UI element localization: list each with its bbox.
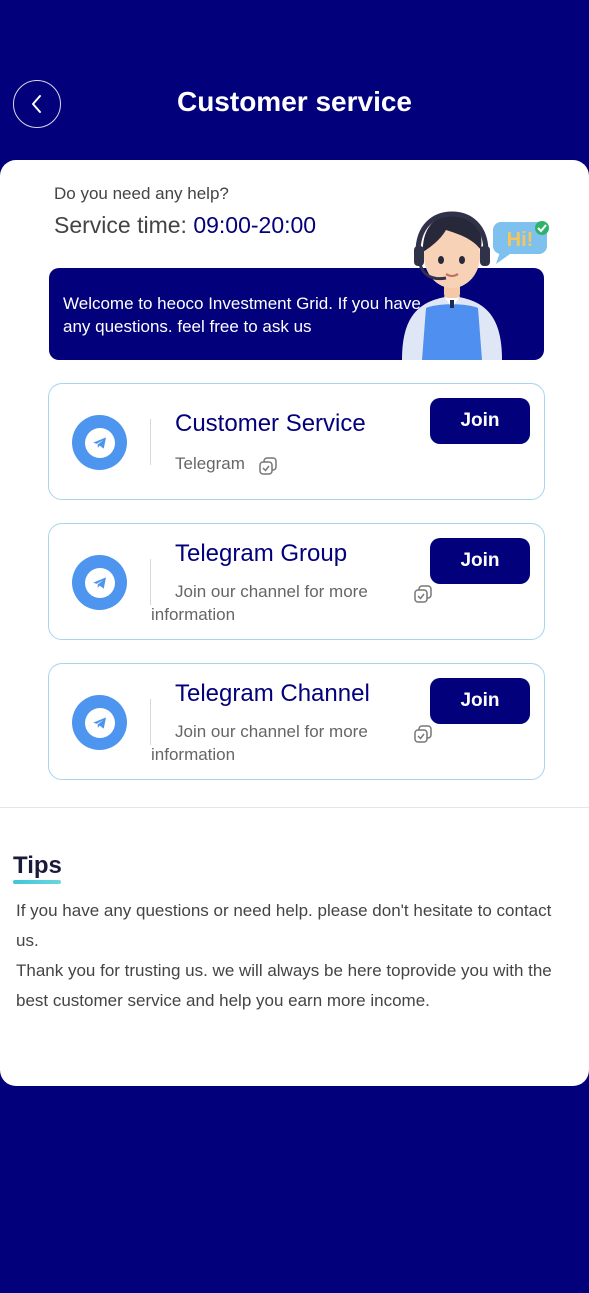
telegram-group-card: Telegram Group Join our channel for more… [48, 523, 545, 640]
join-button-telegram-group[interactable]: Join [430, 538, 530, 584]
help-question: Do you need any help? [54, 184, 229, 203]
card-subtitle: Join our channel for more information [151, 722, 368, 764]
section-divider [0, 807, 589, 808]
telegram-channel-card: Telegram Channel Join our channel for mo… [48, 663, 545, 780]
tips-body: If you have any questions or need help. … [16, 896, 561, 1016]
copy-icon[interactable] [413, 584, 433, 604]
tips-title: Tips [13, 852, 62, 879]
service-time-label: Service time: [54, 212, 194, 238]
header: Customer service [0, 0, 589, 160]
card-title: Telegram Group [175, 540, 348, 567]
telegram-icon [72, 555, 127, 610]
copy-icon[interactable] [258, 456, 278, 476]
card-subtitle: Telegram [175, 454, 245, 473]
join-button-customer-service[interactable]: Join [430, 398, 530, 444]
page-title: Customer service [176, 86, 412, 117]
card-divider [150, 419, 151, 465]
copy-icon[interactable] [413, 724, 433, 744]
telegram-icon [72, 415, 127, 470]
hi-bubble-text: Hi! [507, 229, 534, 251]
tips-line-1: If you have any questions or need help. … [16, 901, 552, 950]
welcome-text: Welcome to heoco Investment Grid. If you… [63, 294, 421, 336]
card-subtitle: Join our channel for more information [151, 582, 368, 624]
tips-line-2: Thank you for trusting us. we will alway… [16, 961, 552, 1010]
service-time-value: 09:00-20:00 [193, 212, 317, 238]
card-title: Customer Service [175, 410, 366, 437]
customer-service-card: Customer Service Telegram Join [48, 383, 545, 500]
tips-underline [13, 880, 61, 884]
telegram-icon [72, 695, 127, 750]
join-button-telegram-channel[interactable]: Join [430, 678, 530, 724]
support-agent-illustration: Hi! [402, 211, 549, 360]
card-title: Telegram Channel [175, 680, 370, 707]
service-time: Service time: 09:00-20:00 [54, 212, 316, 239]
content-sheet: Do you need any help? Service time: 09:0… [0, 160, 589, 1086]
